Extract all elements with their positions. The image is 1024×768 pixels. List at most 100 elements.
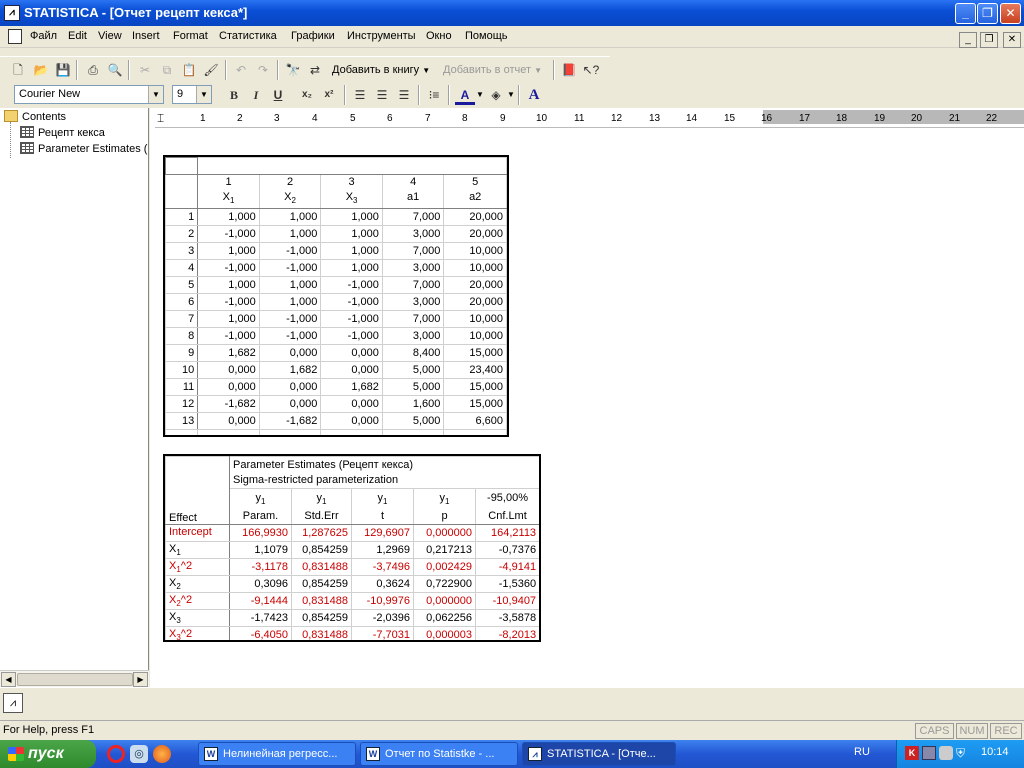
align-right-icon[interactable]: ☰: [394, 85, 414, 105]
table-cell[interactable]: 1,000: [197, 310, 260, 329]
table-row[interactable]: X1^2 -3,1178 0,831488 -3,7496 0,002429 -4,914…: [165, 558, 539, 576]
row-header[interactable]: 9: [165, 344, 199, 363]
minimize-button[interactable]: _: [955, 3, 976, 24]
paste-icon[interactable]: 📋: [179, 60, 199, 80]
table-cell[interactable]: 0,000: [258, 378, 322, 397]
table-cell[interactable]: 10,000: [443, 327, 507, 346]
table-cell[interactable]: 1,000: [320, 259, 383, 278]
column-header[interactable]: -95,00% Cnf.Lmt: [474, 488, 539, 525]
network-icon[interactable]: [922, 746, 936, 760]
table-cell[interactable]: 5,000: [381, 412, 445, 431]
fill-color-icon[interactable]: ◈: [486, 85, 506, 105]
table-cell[interactable]: 0,722900: [413, 575, 476, 593]
undo-icon[interactable]: ↶: [231, 60, 251, 80]
table-cell[interactable]: -10,9407: [474, 592, 539, 610]
table-row[interactable]: 2 -1,000 1,000 1,000 3,000 20,000: [165, 225, 507, 244]
subscript-button[interactable]: x₂: [297, 85, 317, 105]
open-icon[interactable]: 📂: [31, 60, 51, 80]
table-cell[interactable]: 1,000: [258, 208, 322, 227]
align-left-icon[interactable]: ☰: [350, 85, 370, 105]
column-header[interactable]: y1 p: [413, 488, 476, 525]
menu-view[interactable]: View: [98, 30, 122, 42]
row-header[interactable]: 11: [165, 378, 199, 397]
add-to-workbook-button[interactable]: Добавить в книгу ▼: [332, 64, 430, 76]
ruler[interactable]: ⌶ 1 2 3 4 5 6 7 8 9 10 11 12 13 14 15 16…: [155, 110, 1024, 128]
table-row[interactable]: 8 -1,000 -1,000 -1,000 3,000 10,000: [165, 327, 507, 346]
table-cell[interactable]: -1,000: [197, 259, 260, 278]
row-header[interactable]: 1: [165, 208, 199, 227]
parameter-estimates-table[interactable]: Effect Parameter Estimates (Рецепт кекса)…: [163, 454, 541, 642]
row-header[interactable]: 7: [165, 310, 199, 329]
scroll-left-icon[interactable]: ◀: [1, 672, 16, 687]
table-cell[interactable]: -1,000: [320, 310, 383, 329]
spreadsheet-recipe[interactable]: 1 X1 2 X2 3 X3 4 a1 5 a2 1 1,000 1,000 1,000 7,000 20,0…: [163, 155, 509, 437]
row-header[interactable]: X3^2: [165, 626, 230, 640]
row-header[interactable]: X2^2: [165, 592, 230, 610]
table-cell[interactable]: -1,000: [197, 327, 260, 346]
table-cell[interactable]: -1,000: [197, 293, 260, 312]
table-cell[interactable]: 0,3096: [229, 575, 292, 593]
column-header[interactable]: 4 a1: [381, 173, 445, 210]
print-preview-icon[interactable]: 🔍: [105, 60, 125, 80]
cut-icon[interactable]: ✂: [135, 60, 155, 80]
table-cell[interactable]: 5,000: [381, 378, 445, 397]
table-cell[interactable]: 0,062256: [413, 609, 476, 627]
table-cell[interactable]: 0,000: [258, 344, 322, 363]
chevron-down-icon[interactable]: ▼: [196, 86, 211, 103]
print-icon[interactable]: ⎙: [83, 60, 103, 80]
row-header[interactable]: 10: [165, 361, 199, 380]
table-cell[interactable]: 1,600: [381, 395, 445, 414]
table-cell[interactable]: 0,000: [258, 395, 322, 414]
row-header[interactable]: 12: [165, 395, 199, 414]
firefox-icon[interactable]: [153, 745, 171, 763]
table-cell[interactable]: 15,000: [443, 378, 507, 397]
table-cell[interactable]: -8,2013: [474, 626, 539, 640]
font-dialog-button[interactable]: A: [524, 85, 544, 105]
row-header[interactable]: 8: [165, 327, 199, 346]
table-cell[interactable]: 10,000: [443, 242, 507, 261]
table-cell[interactable]: 0,000: [320, 395, 383, 414]
underline-button[interactable]: U: [268, 85, 288, 105]
table-cell[interactable]: 20,000: [443, 225, 507, 244]
menu-help[interactable]: Помощь: [465, 30, 508, 42]
table-cell[interactable]: 0,831488: [291, 592, 352, 610]
table-cell[interactable]: -1,000: [320, 276, 383, 295]
help-pointer-icon[interactable]: ↖?: [581, 60, 601, 80]
row-header[interactable]: X2: [165, 575, 230, 593]
scroll-right-icon[interactable]: ▶: [133, 672, 148, 687]
column-header[interactable]: 5 a2: [443, 173, 507, 210]
table-row[interactable]: 4 -1,000 -1,000 1,000 3,000 10,000: [165, 259, 507, 278]
table-cell[interactable]: 1,000: [197, 242, 260, 261]
mdi-restore-button[interactable]: ❐: [980, 32, 998, 48]
table-cell[interactable]: 3,000: [381, 327, 445, 346]
table-cell[interactable]: 3,000: [381, 259, 445, 278]
task-statistica[interactable]: ⩘ STATISTICA - [Отче...: [522, 742, 676, 766]
table-cell[interactable]: 0,000: [197, 412, 260, 431]
table-cell[interactable]: 6,600: [443, 412, 507, 431]
table-cell[interactable]: 20,000: [443, 208, 507, 227]
row-header[interactable]: Intercept: [165, 524, 230, 542]
tree-root-contents[interactable]: Contents: [4, 110, 66, 123]
table-cell[interactable]: -1,000: [320, 327, 383, 346]
table-cell[interactable]: -1,000: [258, 242, 322, 261]
table-cell[interactable]: -1,7423: [229, 609, 292, 627]
table-cell[interactable]: 10,000: [443, 310, 507, 329]
table-row[interactable]: 7 1,000 -1,000 -1,000 7,000 10,000: [165, 310, 507, 329]
table-cell[interactable]: 166,9930: [229, 524, 292, 542]
tree-item-recipe[interactable]: Рецепт кекса: [20, 126, 105, 139]
table-cell[interactable]: 20,000: [443, 276, 507, 295]
row-header[interactable]: 13: [165, 412, 199, 431]
replace-icon[interactable]: ⇄: [305, 60, 325, 80]
table-cell[interactable]: 1,000: [258, 225, 322, 244]
table-cell[interactable]: 1,000: [320, 208, 383, 227]
table-cell[interactable]: -3,1178: [229, 558, 292, 576]
text-color-button[interactable]: A: [455, 85, 475, 105]
table-cell[interactable]: 7,000: [381, 310, 445, 329]
table-cell[interactable]: 1,1079: [229, 541, 292, 559]
restore-button[interactable]: ❐: [977, 3, 998, 24]
mdi-minimize-button[interactable]: _: [959, 32, 977, 48]
table-cell[interactable]: 1,000: [258, 276, 322, 295]
table-cell[interactable]: -0,7376: [474, 541, 539, 559]
task-statistica-report[interactable]: W Отчет по Statistke - ...: [360, 742, 518, 766]
menu-statistics[interactable]: Статистика: [219, 30, 277, 42]
